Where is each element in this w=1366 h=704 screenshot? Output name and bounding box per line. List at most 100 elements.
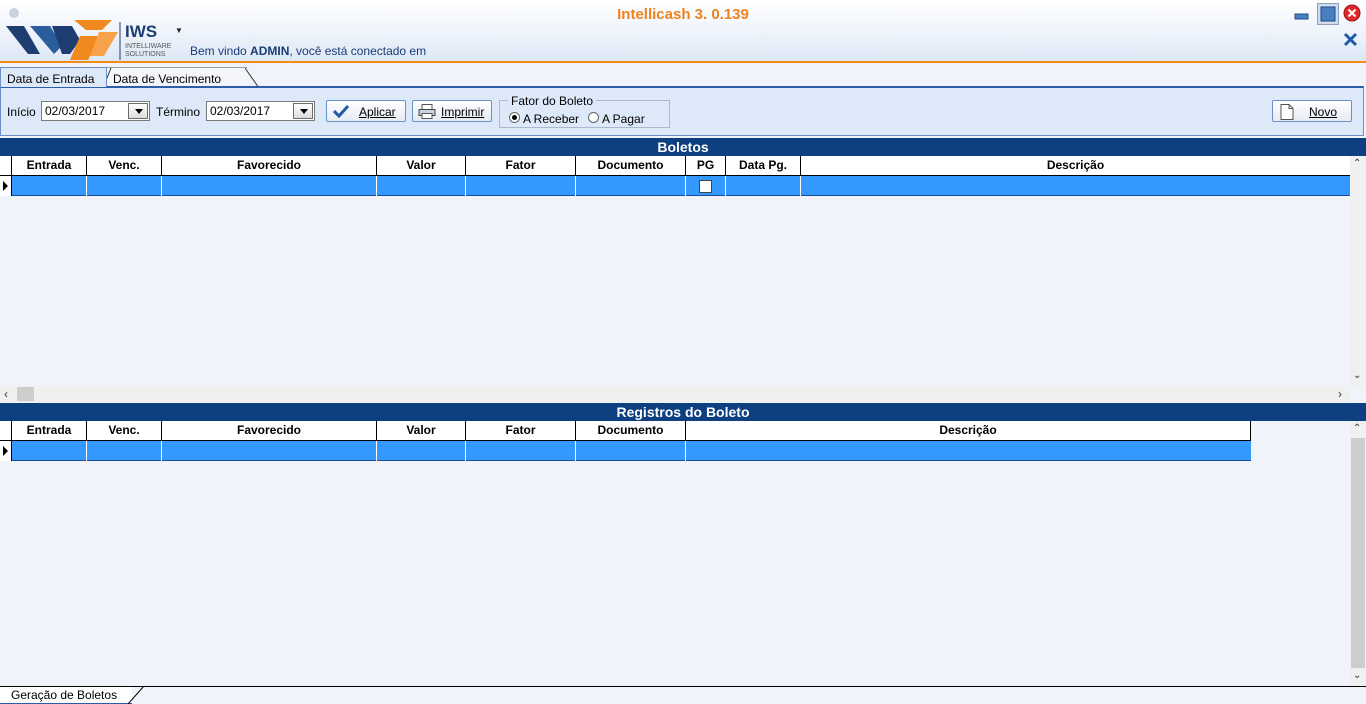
registros-title: Registros do Boleto [0,403,1366,421]
tab-data-vencimento[interactable]: Data de Vencimento [103,67,260,89]
cell-data-pg[interactable] [726,176,801,196]
cell-documento[interactable] [576,441,686,461]
boletos-vertical-scrollbar[interactable]: ⌃ ⌄ [1350,156,1366,386]
welcome-suffix: , você está conectado em [289,44,427,58]
minimize-icon[interactable] [1293,4,1311,22]
cell-descricao[interactable] [686,441,1251,461]
date-tabs: Data de Entrada Data de Vencimento [0,65,1366,89]
scroll-right-icon[interactable]: › [1338,387,1342,401]
col-fator[interactable]: Fator [466,421,576,441]
cell-favorecido[interactable] [162,176,377,196]
registros-vertical-scrollbar[interactable]: ⌃ ⌄ [1350,421,1366,686]
col-documento[interactable]: Documento [576,156,686,176]
imprimir-label: Imprimir [441,105,485,119]
inicio-date-field[interactable]: 02/03/2017 [41,101,150,121]
scroll-up-icon[interactable]: ⌃ [1353,158,1361,169]
col-entrada[interactable]: Entrada [12,421,87,441]
header-corner [0,421,12,441]
new-document-icon [1280,104,1294,120]
cell-descricao[interactable] [801,176,1350,196]
col-data-pg[interactable]: Data Pg. [726,156,801,176]
bottom-tabs: Geração de Boletos [0,686,1366,704]
close-icon[interactable] [1343,4,1361,22]
novo-button[interactable]: Novo [1272,100,1352,122]
cell-pg[interactable] [686,176,726,196]
scroll-down-icon[interactable]: ⌄ [1353,670,1361,681]
boletos-title: Boletos [0,138,1366,156]
inicio-label: Início [7,105,36,119]
fator-boleto-legend: Fator do Boleto [508,94,597,108]
welcome-prefix: Bem vindo [190,44,251,58]
boletos-grid: Entrada Venc. Favorecido Valor Fator Doc… [0,156,1366,402]
table-row[interactable] [0,176,1350,196]
cell-valor[interactable] [377,176,466,196]
boletos-horizontal-scrollbar[interactable]: ‹ › [0,386,1350,402]
row-indicator-icon [0,176,12,196]
registros-grid-header: Entrada Venc. Favorecido Valor Fator Doc… [0,421,1251,441]
cell-favorecido[interactable] [162,441,377,461]
registros-grid: Entrada Venc. Favorecido Valor Fator Doc… [0,421,1366,686]
cell-entrada[interactable] [12,176,87,196]
col-valor[interactable]: Valor [377,421,466,441]
check-icon [333,104,349,118]
boletos-grid-header: Entrada Venc. Favorecido Valor Fator Doc… [0,156,1350,176]
termino-date-field[interactable]: 02/03/2017 [206,101,315,121]
cell-entrada[interactable] [12,441,87,461]
cell-fator[interactable] [466,176,576,196]
radio-a-receber[interactable] [509,112,520,123]
col-entrada[interactable]: Entrada [12,156,87,176]
radio-a-pagar-label: A Pagar [602,112,645,126]
printer-icon [418,104,436,119]
horizontal-scroll-thumb[interactable] [17,387,34,401]
table-row[interactable] [0,441,1251,461]
radio-a-receber-label: A Receber [523,112,580,126]
termino-date-value: 02/03/2017 [210,104,271,118]
logo-subtitle-2: SOLUTIONS [125,51,166,58]
logo-dropdown-icon[interactable]: ▼ [175,26,183,35]
scroll-left-icon[interactable]: ‹ [4,387,8,401]
imprimir-button[interactable]: Imprimir [412,100,492,122]
termino-label: Término [156,105,201,119]
pg-checkbox[interactable] [699,180,712,193]
inicio-dropdown-icon[interactable] [128,103,148,119]
cell-valor[interactable] [377,441,466,461]
col-venc[interactable]: Venc. [87,421,162,441]
cell-fator[interactable] [466,441,576,461]
col-fator[interactable]: Fator [466,156,576,176]
col-valor[interactable]: Valor [377,156,466,176]
tab-edge [128,686,145,704]
cell-venc[interactable] [87,176,162,196]
tab-data-vencimento-label: Data de Vencimento [113,72,222,86]
scroll-up-icon[interactable]: ⌃ [1353,423,1361,434]
col-venc[interactable]: Venc. [87,156,162,176]
logo-subtitle-1: INTELLIWARE [125,43,172,50]
maximize-icon[interactable] [1317,3,1339,25]
logo-text: IWS [125,22,158,41]
novo-label: Novo [1309,105,1338,119]
aplicar-button[interactable]: Aplicar [326,100,406,122]
col-favorecido[interactable]: Favorecido [162,421,377,441]
col-descricao[interactable]: Descrição [801,156,1350,176]
cell-venc[interactable] [87,441,162,461]
scroll-down-icon[interactable]: ⌄ [1353,370,1361,381]
inicio-date-value: 02/03/2017 [45,104,106,118]
header-corner [0,156,12,176]
aplicar-label: Aplicar [359,105,396,119]
vertical-scroll-thumb[interactable] [1351,438,1365,668]
radio-a-pagar[interactable] [588,112,599,123]
cell-documento[interactable] [576,176,686,196]
filter-panel: Início 02/03/2017 Término 02/03/2017 Apl… [0,86,1364,136]
fator-boleto-group: Fator do Boleto A Receber A Pagar [499,94,670,128]
app-window: IWS INTELLIWARE SOLUTIONS ▼ Bem vindo AD… [0,0,1366,704]
close-x-icon[interactable] [1342,31,1360,49]
col-favorecido[interactable]: Favorecido [162,156,377,176]
tab-data-entrada[interactable]: Data de Entrada [0,67,107,87]
app-header: IWS INTELLIWARE SOLUTIONS ▼ Bem vindo AD… [0,0,1366,63]
tab-geracao-boletos[interactable]: Geração de Boletos [0,687,132,704]
col-descricao[interactable]: Descrição [686,421,1251,441]
col-documento[interactable]: Documento [576,421,686,441]
col-pg[interactable]: PG [686,156,726,176]
termino-dropdown-icon[interactable] [293,103,313,119]
app-title: Intellicash 3. 0.139 [617,6,749,23]
welcome-text: Bem vindo ADMIN, você está conectado em [190,44,426,58]
